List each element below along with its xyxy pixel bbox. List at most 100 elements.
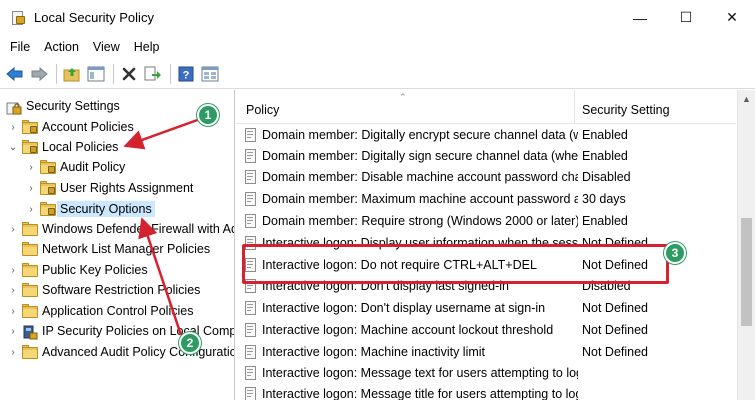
tree-item-security-options[interactable]: › Security Options <box>26 199 155 219</box>
locked-folder-icon <box>40 159 56 174</box>
help-icon[interactable]: ? <box>175 63 196 84</box>
tree-label: Network List Manager Policies <box>42 242 211 256</box>
tree-label: Account Policies <box>42 120 134 134</box>
menu-help[interactable]: Help <box>127 40 167 54</box>
show-hide-tree-icon[interactable] <box>85 63 106 84</box>
table-row[interactable]: Domain member: Maximum machine account p… <box>236 188 736 209</box>
policy-setting: 30 days <box>582 191 626 206</box>
scrollbar-thumb[interactable] <box>741 218 752 326</box>
tree-label: Software Restriction Policies <box>42 283 201 297</box>
policy-icon <box>245 127 258 142</box>
chevron-right-icon[interactable]: › <box>8 306 18 317</box>
tree-item-windows-defender-firewall[interactable]: › Windows Defender Firewall with Adva <box>8 219 235 239</box>
locked-folder-icon <box>40 180 56 195</box>
table-row[interactable]: Domain member: Disable machine account p… <box>236 166 736 187</box>
policy-name: Domain member: Disable machine account p… <box>262 169 578 184</box>
chevron-right-icon[interactable]: › <box>26 204 36 215</box>
folder-icon <box>22 262 38 277</box>
vertical-scrollbar[interactable]: ▲ <box>737 90 755 400</box>
chevron-right-icon[interactable]: › <box>8 265 18 276</box>
menu-action[interactable]: Action <box>37 40 86 54</box>
tree-item-local-policies[interactable]: ⌄ Local Policies <box>8 137 118 157</box>
chevron-right-icon[interactable]: › <box>8 122 18 133</box>
chevron-right-icon[interactable]: › <box>8 347 18 358</box>
policy-name: Interactive logon: Don't display usernam… <box>262 300 546 315</box>
toolbar-separator <box>56 63 57 84</box>
table-row[interactable]: Domain member: Require strong (Windows 2… <box>236 210 736 231</box>
policy-setting: Disabled <box>582 169 631 184</box>
chevron-right-icon[interactable]: › <box>26 162 36 173</box>
column-header-security-setting[interactable]: Security Setting <box>576 90 736 124</box>
tree-label: Windows Defender Firewall with Adva <box>42 222 235 236</box>
tree-item-public-key-policies[interactable]: › Public Key Policies <box>8 260 148 280</box>
table-row[interactable]: Interactive logon: Don't display usernam… <box>236 297 736 318</box>
tree-root-security-settings[interactable]: Security Settings <box>6 96 120 116</box>
folder-icon <box>22 303 38 318</box>
ip-security-icon <box>22 325 38 339</box>
step-badge-3: 3 <box>664 242 686 264</box>
policy-icon <box>245 344 258 359</box>
menu-file[interactable]: File <box>3 40 37 54</box>
up-folder-icon[interactable] <box>61 63 82 84</box>
policy-setting: Enabled <box>582 148 628 163</box>
scroll-up-icon[interactable]: ▲ <box>738 90 755 107</box>
table-row[interactable]: Interactive logon: Message text for user… <box>236 362 736 383</box>
policy-icon <box>245 300 258 315</box>
table-row[interactable]: Interactive logon: Machine account locko… <box>236 319 736 340</box>
policy-icon <box>245 148 258 163</box>
policy-setting: Not Defined <box>582 322 649 337</box>
chevron-right-icon[interactable]: › <box>26 183 36 194</box>
local-security-policy-icon <box>10 10 26 26</box>
policy-icon <box>245 213 258 228</box>
locked-folder-icon <box>22 119 38 134</box>
chevron-right-icon[interactable]: › <box>8 285 18 296</box>
table-row[interactable]: Interactive logon: Machine inactivity li… <box>236 341 736 362</box>
minimize-button[interactable]: — <box>617 0 663 35</box>
tree-item-network-list-manager[interactable]: Network List Manager Policies <box>22 239 210 259</box>
navigation-tree: Security Settings › Account Policies ⌄ L… <box>0 90 235 400</box>
folder-icon <box>22 221 38 236</box>
tree-item-user-rights-assignment[interactable]: › User Rights Assignment <box>26 178 193 198</box>
table-row[interactable]: Interactive logon: Message title for use… <box>236 383 736 400</box>
forward-arrow-icon[interactable] <box>28 63 49 84</box>
locked-folder-icon <box>40 201 56 216</box>
chevron-right-icon[interactable]: › <box>8 224 18 235</box>
table-row[interactable]: Domain member: Digitally encrypt secure … <box>236 124 736 145</box>
locked-folder-icon <box>22 139 38 154</box>
tree-item-application-control[interactable]: › Application Control Policies <box>8 301 193 321</box>
policy-name: Interactive logon: Machine inactivity li… <box>262 344 486 359</box>
policy-setting: Enabled <box>582 213 628 228</box>
policy-name: Domain member: Digitally encrypt secure … <box>262 127 578 142</box>
tree-item-account-policies[interactable]: › Account Policies <box>8 117 134 137</box>
export-list-icon[interactable] <box>142 63 163 84</box>
table-row[interactable]: Domain member: Digitally sign secure cha… <box>236 145 736 166</box>
tree-item-advanced-audit-policy[interactable]: › Advanced Audit Policy Configuration <box>8 342 234 362</box>
column-header-policy[interactable]: Policy <box>236 90 575 124</box>
policy-name: Interactive logon: Message title for use… <box>262 386 578 400</box>
back-arrow-icon[interactable] <box>4 63 25 84</box>
policy-setting: Enabled <box>582 127 628 142</box>
tree-label: Public Key Policies <box>42 263 148 277</box>
menu-bar: File Action View Help <box>0 35 755 59</box>
delete-icon[interactable] <box>118 63 139 84</box>
tree-label: IP Security Policies on Local Compute <box>42 324 235 338</box>
policy-icon <box>245 365 258 380</box>
folder-icon <box>22 282 38 297</box>
maximize-button[interactable]: ☐ <box>663 0 709 35</box>
policy-icon <box>245 322 258 337</box>
security-settings-icon <box>6 100 22 114</box>
tree-label: Audit Policy <box>60 160 126 174</box>
tree-label: User Rights Assignment <box>60 181 194 195</box>
menu-view[interactable]: View <box>86 40 127 54</box>
step-badge-2: 2 <box>179 332 201 354</box>
toolbar-separator <box>170 63 171 84</box>
properties-icon[interactable] <box>199 63 220 84</box>
policy-icon <box>245 169 258 184</box>
close-button[interactable]: ✕ <box>709 0 755 35</box>
tree-item-ip-security-policies[interactable]: › IP Security Policies on Local Compute <box>8 321 235 341</box>
tree-label-selected: Security Options <box>57 201 155 217</box>
tree-item-software-restriction[interactable]: › Software Restriction Policies <box>8 280 200 300</box>
chevron-right-icon[interactable]: › <box>8 326 18 337</box>
chevron-down-icon[interactable]: ⌄ <box>8 142 18 153</box>
tree-item-audit-policy[interactable]: › Audit Policy <box>26 157 125 177</box>
